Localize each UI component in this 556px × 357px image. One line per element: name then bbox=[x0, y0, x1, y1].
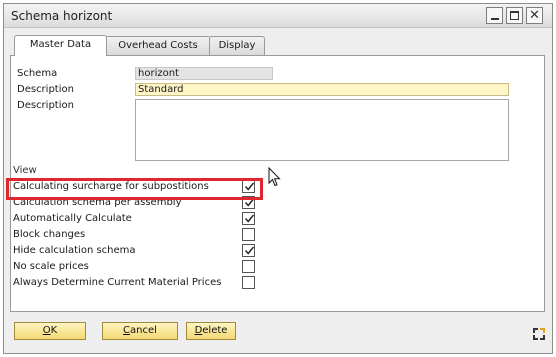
maximize-button[interactable] bbox=[506, 7, 523, 24]
option-label: Automatically Calculate bbox=[13, 213, 132, 224]
schema-field[interactable]: horizont bbox=[135, 67, 273, 80]
option-checkbox[interactable] bbox=[242, 244, 255, 257]
close-icon: ✕ bbox=[529, 8, 540, 23]
option-label: Always Determine Current Material Prices bbox=[13, 277, 222, 288]
tab-overhead-costs[interactable]: Overhead Costs bbox=[105, 36, 211, 55]
minimize-icon bbox=[491, 18, 499, 20]
mouse-pointer-icon bbox=[268, 167, 281, 187]
view-section-label: View bbox=[13, 165, 37, 176]
checkmark-icon bbox=[244, 214, 255, 223]
option-label: Hide calculation schema bbox=[13, 245, 136, 256]
ok-label: K bbox=[50, 325, 58, 336]
cancel-mnemonic: C bbox=[123, 325, 131, 336]
option-checkbox[interactable] bbox=[242, 212, 255, 225]
highlight-box bbox=[6, 178, 263, 200]
cancel-button[interactable]: Cancel bbox=[102, 322, 178, 340]
description-remarks-label: Description bbox=[17, 100, 74, 111]
tab-master-data[interactable]: Master Data bbox=[14, 35, 107, 56]
delete-button[interactable]: Delete bbox=[186, 322, 236, 340]
resize-corner-icon[interactable] bbox=[532, 327, 546, 341]
checkmark-icon bbox=[244, 246, 255, 255]
maximize-icon bbox=[510, 11, 519, 20]
close-button[interactable]: ✕ bbox=[526, 7, 543, 24]
description-remarks-textarea[interactable] bbox=[135, 99, 509, 161]
ok-mnemonic: O bbox=[42, 325, 51, 336]
option-checkbox[interactable] bbox=[242, 260, 255, 273]
description-field[interactable]: Standard bbox=[135, 83, 509, 96]
option-checkbox[interactable] bbox=[242, 276, 255, 289]
delete-label: elete bbox=[202, 325, 228, 336]
schema-label: Schema bbox=[17, 68, 58, 79]
minimize-button[interactable] bbox=[486, 7, 503, 24]
option-label: No scale prices bbox=[13, 261, 89, 272]
description-label: Description bbox=[17, 84, 74, 95]
window-title: Schema horizont bbox=[11, 9, 113, 23]
option-label: Block changes bbox=[13, 229, 86, 240]
ok-button[interactable]: OK bbox=[14, 322, 86, 340]
cancel-label: ancel bbox=[130, 325, 157, 336]
dialog-window: Schema horizont ✕ Master Data Overhead C… bbox=[3, 3, 553, 354]
option-checkbox[interactable] bbox=[242, 228, 255, 241]
tab-display[interactable]: Display bbox=[209, 36, 265, 55]
title-bar[interactable]: Schema horizont ✕ bbox=[4, 4, 552, 28]
